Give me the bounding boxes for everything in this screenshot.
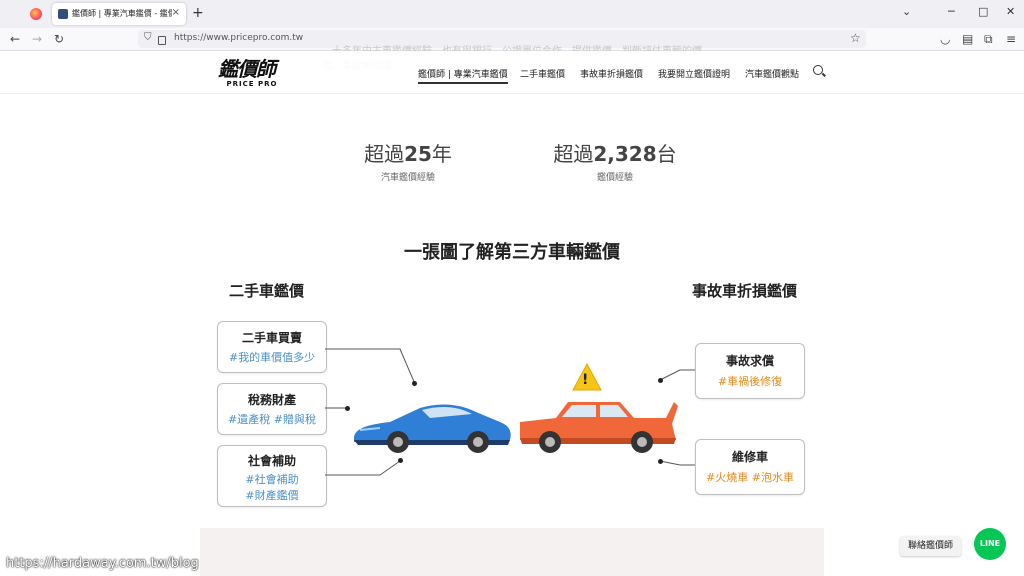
connector-line xyxy=(325,348,416,385)
blog-watermark: https://hardaway.com.tw/blog xyxy=(6,556,199,571)
connector-dot xyxy=(658,378,663,383)
connector-dot xyxy=(412,381,417,386)
line-chat-button[interactable]: LINE xyxy=(974,528,1006,560)
connector-line xyxy=(659,369,695,381)
blue-car-illustration xyxy=(354,404,511,453)
connector-line xyxy=(325,460,401,476)
connector-dot xyxy=(398,458,403,463)
next-section-band xyxy=(200,528,824,576)
connector-lines xyxy=(325,348,695,476)
warning-symbol: ! xyxy=(582,372,589,388)
contact-appraiser-button[interactable]: 聯絡鑑價師 xyxy=(900,536,962,556)
connector-dot xyxy=(658,459,663,464)
orange-car-illustration xyxy=(520,402,678,453)
connector-line xyxy=(659,460,695,466)
